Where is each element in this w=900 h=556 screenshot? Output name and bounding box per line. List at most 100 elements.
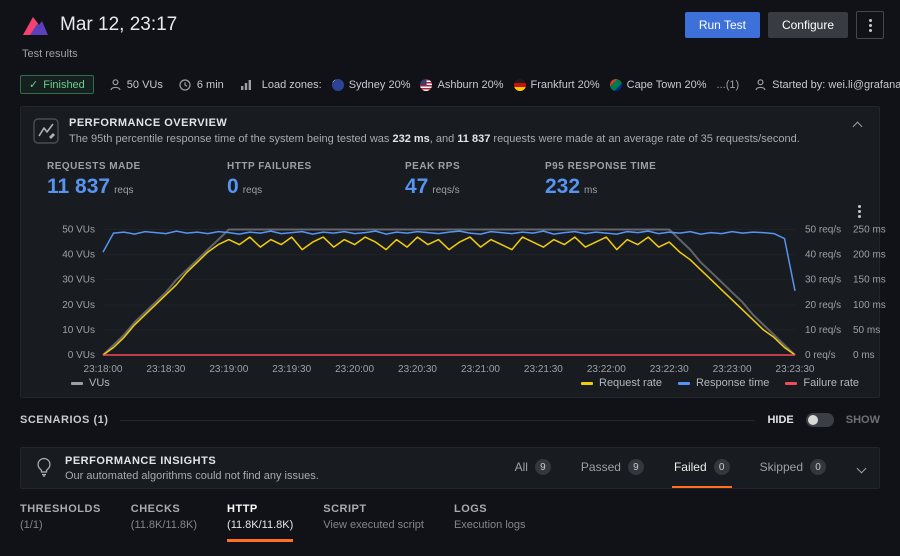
stat-unit: reqs xyxy=(114,185,133,196)
svg-text:0 ms: 0 ms xyxy=(853,350,875,361)
stat-peak-rps: PEAK RPS 47 reqs/s xyxy=(405,161,545,199)
scenarios-toggle[interactable] xyxy=(806,413,834,427)
tab-checks[interactable]: CHECKS (11.8K/11.8K) xyxy=(131,503,197,542)
overview-chart: 0 VUs0 req/s0 ms10 VUs10 req/s50 ms20 VU… xyxy=(33,205,867,389)
stat-value: 11 837 xyxy=(47,175,110,199)
chart-sketch-icon xyxy=(33,118,59,144)
scenarios-row: SCENARIOS (1) HIDE SHOW xyxy=(20,413,880,427)
scenarios-label: SCENARIOS (1) xyxy=(20,414,108,426)
au-flag-icon xyxy=(332,79,344,91)
page-subtitle: Test results xyxy=(22,48,884,60)
started-by-meta: Started by: wei.li@grafana.com xyxy=(755,79,900,91)
configure-button[interactable]: Configure xyxy=(768,12,848,38)
stat-value: 47 xyxy=(405,175,428,199)
insights-tabs: All 9 Passed 9 Failed 0 Skipped 0 xyxy=(513,448,828,488)
svg-text:30 VUs: 30 VUs xyxy=(62,275,95,286)
zone-cape-town: Cape Town 20% xyxy=(610,79,707,91)
stat-unit: reqs/s xyxy=(432,185,459,196)
overview-description: The 95th percentile response time of the… xyxy=(69,133,800,145)
svg-text:23:19:00: 23:19:00 xyxy=(209,364,248,375)
count-badge: 9 xyxy=(535,459,551,475)
overview-title: PERFORMANCE OVERVIEW xyxy=(69,117,800,129)
header: Mar 12, 23:17 Run Test Configure Test re… xyxy=(0,0,900,60)
tab-skipped[interactable]: Skipped 0 xyxy=(758,448,828,488)
zone-frankfurt: Frankfurt 20% xyxy=(514,79,600,91)
svg-text:23:22:00: 23:22:00 xyxy=(587,364,626,375)
svg-text:50 VUs: 50 VUs xyxy=(62,225,95,236)
insights-title: PERFORMANCE INSIGHTS xyxy=(65,455,319,467)
person-icon xyxy=(110,79,121,91)
timeseries-chart[interactable]: 0 VUs0 req/s0 ms10 VUs10 req/s50 ms20 VU… xyxy=(33,205,889,377)
svg-text:23:20:30: 23:20:30 xyxy=(398,364,437,375)
k6-logo-icon xyxy=(20,10,50,40)
tab-thresholds[interactable]: THRESHOLDS (1/1) xyxy=(20,503,101,542)
legend-request-rate[interactable]: Request rate xyxy=(581,377,662,389)
show-label[interactable]: SHOW xyxy=(846,414,880,426)
header-kebab-button[interactable] xyxy=(856,11,884,39)
stat-requests-made: REQUESTS MADE 11 837 reqs xyxy=(47,161,227,199)
legend-failure-rate[interactable]: Failure rate xyxy=(785,377,859,389)
person-icon xyxy=(755,79,766,91)
status-bar: ✓ Finished 50 VUs 6 min Load zones: Sydn… xyxy=(20,75,880,94)
kebab-icon xyxy=(869,19,872,32)
hide-label[interactable]: HIDE xyxy=(767,414,793,426)
request-rate-swatch-icon xyxy=(581,382,593,385)
chart-legend: VUs Request rate Response time Failure r… xyxy=(71,377,859,389)
tab-script[interactable]: SCRIPT View executed script xyxy=(323,503,424,542)
zones-overflow[interactable]: ...(1) xyxy=(717,79,740,91)
chart-kebab-button[interactable] xyxy=(854,201,865,222)
count-badge: 0 xyxy=(810,459,826,475)
tab-all[interactable]: All 9 xyxy=(513,448,553,488)
response-time-swatch-icon xyxy=(678,382,690,385)
zone-ashburn: Ashburn 20% xyxy=(420,79,503,91)
collapse-chevron-icon[interactable] xyxy=(853,122,863,132)
stat-p95-response-time: P95 RESPONSE TIME 232 ms xyxy=(545,161,656,199)
status-badge: ✓ Finished xyxy=(20,75,94,94)
check-icon: ✓ xyxy=(29,78,38,91)
svg-text:20 VUs: 20 VUs xyxy=(62,300,95,311)
tab-logs[interactable]: LOGS Execution logs xyxy=(454,503,526,542)
stat-unit: ms xyxy=(584,185,597,196)
load-zones-label: Load zones: xyxy=(262,79,322,91)
stat-value: 0 xyxy=(227,175,239,199)
legend-response-time[interactable]: Response time xyxy=(678,377,769,389)
performance-overview-panel: PERFORMANCE OVERVIEW The 95th percentile… xyxy=(20,106,880,398)
legend-vus[interactable]: VUs xyxy=(71,377,110,389)
vus-swatch-icon xyxy=(71,382,83,385)
tab-http[interactable]: HTTP (11.8K/11.8K) xyxy=(227,503,293,542)
stat-label: HTTP FAILURES xyxy=(227,161,405,172)
stat-unit: reqs xyxy=(243,185,262,196)
svg-text:50 ms: 50 ms xyxy=(853,325,880,336)
svg-text:30 req/s: 30 req/s xyxy=(805,275,841,286)
tab-failed[interactable]: Failed 0 xyxy=(672,448,732,488)
svg-text:10 VUs: 10 VUs xyxy=(62,325,95,336)
svg-text:150 ms: 150 ms xyxy=(853,275,886,286)
results-tab-bar: THRESHOLDS (1/1) CHECKS (11.8K/11.8K) HT… xyxy=(20,503,880,542)
svg-text:23:23:00: 23:23:00 xyxy=(713,364,752,375)
count-badge: 0 xyxy=(714,459,730,475)
svg-text:200 ms: 200 ms xyxy=(853,250,886,261)
svg-text:23:20:00: 23:20:00 xyxy=(335,364,374,375)
toggle-knob xyxy=(808,415,818,425)
svg-text:23:21:00: 23:21:00 xyxy=(461,364,500,375)
svg-text:20 req/s: 20 req/s xyxy=(805,300,841,311)
run-test-button[interactable]: Run Test xyxy=(685,12,760,38)
svg-text:40 VUs: 40 VUs xyxy=(62,250,95,261)
svg-text:23:21:30: 23:21:30 xyxy=(524,364,563,375)
stat-value: 232 xyxy=(545,175,580,199)
stat-label: P95 RESPONSE TIME xyxy=(545,161,656,172)
stat-label: PEAK RPS xyxy=(405,161,545,172)
count-badge: 9 xyxy=(628,459,644,475)
divider xyxy=(120,420,755,421)
kebab-icon xyxy=(858,205,861,218)
expand-chevron-icon[interactable] xyxy=(857,463,867,473)
za-flag-icon xyxy=(610,79,622,91)
load-zones-icon xyxy=(240,79,252,91)
stat-label: REQUESTS MADE xyxy=(47,161,227,172)
zone-sydney: Sydney 20% xyxy=(332,79,411,91)
svg-text:10 req/s: 10 req/s xyxy=(805,325,841,336)
svg-text:23:18:30: 23:18:30 xyxy=(146,364,185,375)
svg-text:0 req/s: 0 req/s xyxy=(805,350,836,361)
tab-passed[interactable]: Passed 9 xyxy=(579,448,646,488)
failure-rate-swatch-icon xyxy=(785,382,797,385)
